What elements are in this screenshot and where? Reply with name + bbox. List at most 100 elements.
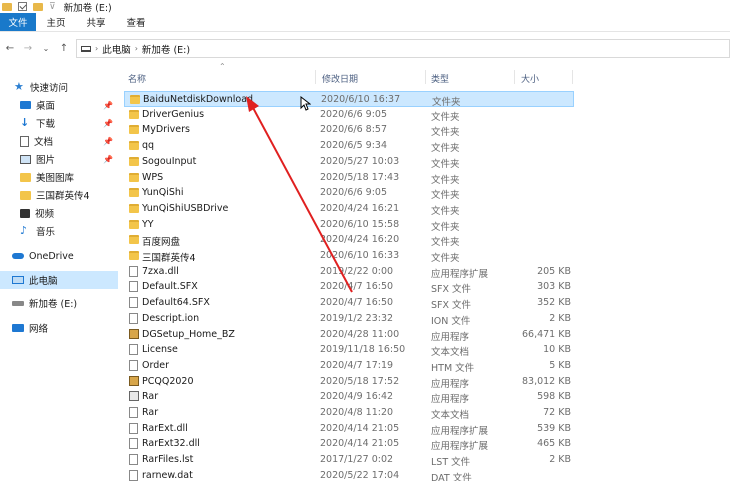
file-icon bbox=[129, 407, 138, 418]
sidebar-item-documents[interactable]: 文档 📌 bbox=[0, 132, 118, 150]
sidebar-item-meitu[interactable]: 美图图库 bbox=[0, 168, 118, 186]
file-row[interactable]: MyDrivers 2020/6/6 8:57 文件夹 bbox=[124, 122, 574, 138]
up-button[interactable]: ↑ bbox=[56, 39, 72, 57]
file-row[interactable]: 三国群英传4 2020/6/10 16:33 文件夹 bbox=[124, 248, 574, 264]
file-type: LST 文件 bbox=[431, 457, 471, 469]
file-row[interactable]: 百度网盘 2020/4/24 16:20 文件夹 bbox=[124, 232, 574, 248]
folder-icon bbox=[129, 235, 139, 245]
file-row[interactable]: Order 2020/4/7 17:19 HTM 文件 5 KB bbox=[124, 358, 574, 374]
file-row[interactable]: DGSetup_Home_BZ 2020/4/28 11:00 应用程序 66,471… bbox=[124, 327, 574, 343]
tab-share[interactable]: 共享 bbox=[76, 13, 116, 31]
pin-icon: 📌 bbox=[103, 100, 113, 110]
file-row[interactable]: YY 2020/6/10 15:58 文件夹 bbox=[124, 217, 574, 233]
breadcrumb-this-pc[interactable]: 此电脑 bbox=[102, 42, 131, 56]
computer-icon bbox=[81, 45, 91, 52]
file-size: 10 KB bbox=[543, 344, 571, 356]
sidebar-item-network[interactable]: 网络 bbox=[0, 319, 118, 337]
file-name: qq bbox=[142, 140, 155, 152]
sidebar-item-videos[interactable]: 视频 bbox=[0, 204, 118, 222]
file-row[interactable]: Rar 2020/4/9 16:42 应用程序 598 KB bbox=[124, 389, 574, 405]
sidebar-item-music[interactable]: ♪ 音乐 bbox=[0, 222, 118, 240]
column-divider[interactable] bbox=[514, 70, 515, 84]
forward-button[interactable]: → bbox=[20, 39, 36, 57]
file-row[interactable]: RarFiles.lst 2017/1/27 0:02 LST 文件 2 KB bbox=[124, 452, 574, 468]
file-icon bbox=[129, 422, 138, 434]
sidebar-item-label: 快速访问 bbox=[30, 83, 69, 94]
file-type: 文件夹 bbox=[431, 237, 460, 249]
file-type: 文件夹 bbox=[431, 174, 460, 186]
sidebar-item-desktop[interactable]: 桌面 📌 bbox=[0, 96, 118, 114]
file-name: RarExt32.dll bbox=[142, 438, 200, 450]
folder-icon bbox=[129, 203, 139, 213]
file-type: 应用程序 bbox=[431, 378, 470, 390]
folder-icon bbox=[129, 141, 139, 151]
file-row[interactable]: WPS 2020/5/18 17:43 文件夹 bbox=[124, 170, 574, 186]
recent-locations-button[interactable]: ⌄ bbox=[38, 39, 54, 57]
file-row[interactable]: 7zxa.dll 2019/2/22 0:00 应用程序扩展 205 KB bbox=[124, 264, 574, 280]
file-row[interactable]: RarExt32.dll 2020/4/14 21:05 应用程序扩展 465 KB bbox=[124, 436, 574, 452]
sidebar-item-downloads[interactable]: ↓ 下载 📌 bbox=[0, 114, 118, 132]
file-name: YY bbox=[142, 218, 154, 230]
chevron-right-icon[interactable]: › bbox=[135, 44, 138, 53]
sidebar-item-label: 桌面 bbox=[36, 101, 56, 112]
file-name: Default.SFX bbox=[142, 281, 198, 293]
file-row[interactable]: DriverGenius 2020/6/6 9:05 文件夹 bbox=[124, 107, 574, 123]
file-row[interactable]: Default.SFX 2020/4/7 16:50 SFX 文件 303 KB bbox=[124, 279, 574, 295]
properties-icon[interactable] bbox=[18, 2, 27, 11]
file-row[interactable]: License 2019/11/18 16:50 文本文档 10 KB bbox=[124, 342, 574, 358]
file-row[interactable]: RarExt.dll 2020/4/14 21:05 应用程序扩展 539 KB bbox=[124, 421, 574, 437]
file-size: 83,012 KB bbox=[521, 375, 571, 387]
file-size: 72 KB bbox=[543, 407, 571, 418]
file-size: 465 KB bbox=[537, 438, 571, 450]
back-button[interactable]: ← bbox=[2, 39, 18, 57]
file-row[interactable]: YunQiShiUSBDrive 2020/4/24 16:21 文件夹 bbox=[124, 201, 574, 217]
breadcrumb-drive[interactable]: 新加卷 (E:) bbox=[142, 42, 190, 56]
column-divider[interactable] bbox=[425, 70, 426, 84]
file-date: 2019/1/2 23:32 bbox=[320, 312, 394, 324]
file-type: 文件夹 bbox=[431, 190, 460, 202]
folder-icon bbox=[129, 172, 139, 182]
file-row[interactable]: rarnew.dat 2020/5/22 17:04 DAT 文件 bbox=[124, 468, 574, 481]
customize-toolbar-icon[interactable]: ⊽ bbox=[49, 2, 56, 12]
sidebar-item-onedrive[interactable]: OneDrive bbox=[0, 247, 118, 265]
file-date: 2020/5/27 10:03 bbox=[320, 155, 400, 167]
file-row[interactable]: qq 2020/6/5 9:34 文件夹 bbox=[124, 138, 574, 154]
column-divider[interactable] bbox=[572, 70, 573, 84]
column-divider[interactable] bbox=[315, 70, 316, 84]
sidebar-item-sanguo[interactable]: 三国群英传4 bbox=[0, 186, 118, 204]
column-header-name[interactable]: 名称 bbox=[128, 72, 146, 85]
file-row[interactable]: Descript.ion 2019/1/2 23:32 ION 文件 2 KB bbox=[124, 311, 574, 327]
file-icon bbox=[129, 312, 138, 324]
file-date: 2020/5/18 17:43 bbox=[320, 171, 400, 183]
file-type: 文本文档 bbox=[431, 410, 470, 421]
file-type: 文件夹 bbox=[431, 143, 460, 155]
file-type: 文件夹 bbox=[431, 111, 460, 123]
file-name: Rar bbox=[142, 391, 159, 403]
sidebar-item-quick-access[interactable]: ★ 快速访问 bbox=[0, 78, 118, 96]
new-folder-icon[interactable] bbox=[33, 2, 43, 11]
file-row[interactable]: BaiduNetdiskDownload 2020/6/10 16:37 文件夹 bbox=[124, 91, 574, 108]
tab-home[interactable]: 主页 bbox=[36, 13, 76, 31]
column-header-date[interactable]: 修改日期 bbox=[322, 72, 358, 85]
file-row[interactable]: Rar 2020/4/8 11:20 文本文档 72 KB bbox=[124, 405, 574, 421]
file-date: 2020/5/22 17:04 bbox=[320, 469, 400, 481]
column-header-type[interactable]: 类型 bbox=[431, 72, 449, 85]
file-size: 303 KB bbox=[537, 281, 571, 293]
chevron-right-icon[interactable]: › bbox=[95, 44, 98, 53]
file-type: SFX 文件 bbox=[431, 300, 472, 312]
network-icon bbox=[12, 324, 24, 332]
sidebar-item-drive-e[interactable]: 新加卷 (E:) bbox=[0, 294, 118, 312]
file-icon bbox=[129, 265, 138, 277]
tab-file[interactable]: 文件 bbox=[0, 13, 36, 31]
file-row[interactable]: Default64.SFX 2020/4/7 16:50 SFX 文件 352 KB bbox=[124, 295, 574, 311]
sidebar-item-label: 此电脑 bbox=[29, 276, 58, 287]
file-row[interactable]: PCQQ2020 2020/5/18 17:52 应用程序 83,012 KB bbox=[124, 374, 574, 390]
tab-view[interactable]: 查看 bbox=[116, 13, 156, 31]
file-row[interactable]: YunQiShi 2020/6/6 9:05 文件夹 bbox=[124, 185, 574, 201]
column-header-size[interactable]: 大小 bbox=[521, 72, 539, 85]
sidebar-item-this-pc[interactable]: 此电脑 bbox=[0, 271, 118, 289]
file-size: 539 KB bbox=[537, 422, 571, 434]
sidebar-item-pictures[interactable]: 图片 📌 bbox=[0, 150, 118, 168]
file-row[interactable]: SogouInput 2020/5/27 10:03 文件夹 bbox=[124, 154, 574, 170]
address-bar[interactable]: › 此电脑 › 新加卷 (E:) bbox=[76, 39, 730, 58]
